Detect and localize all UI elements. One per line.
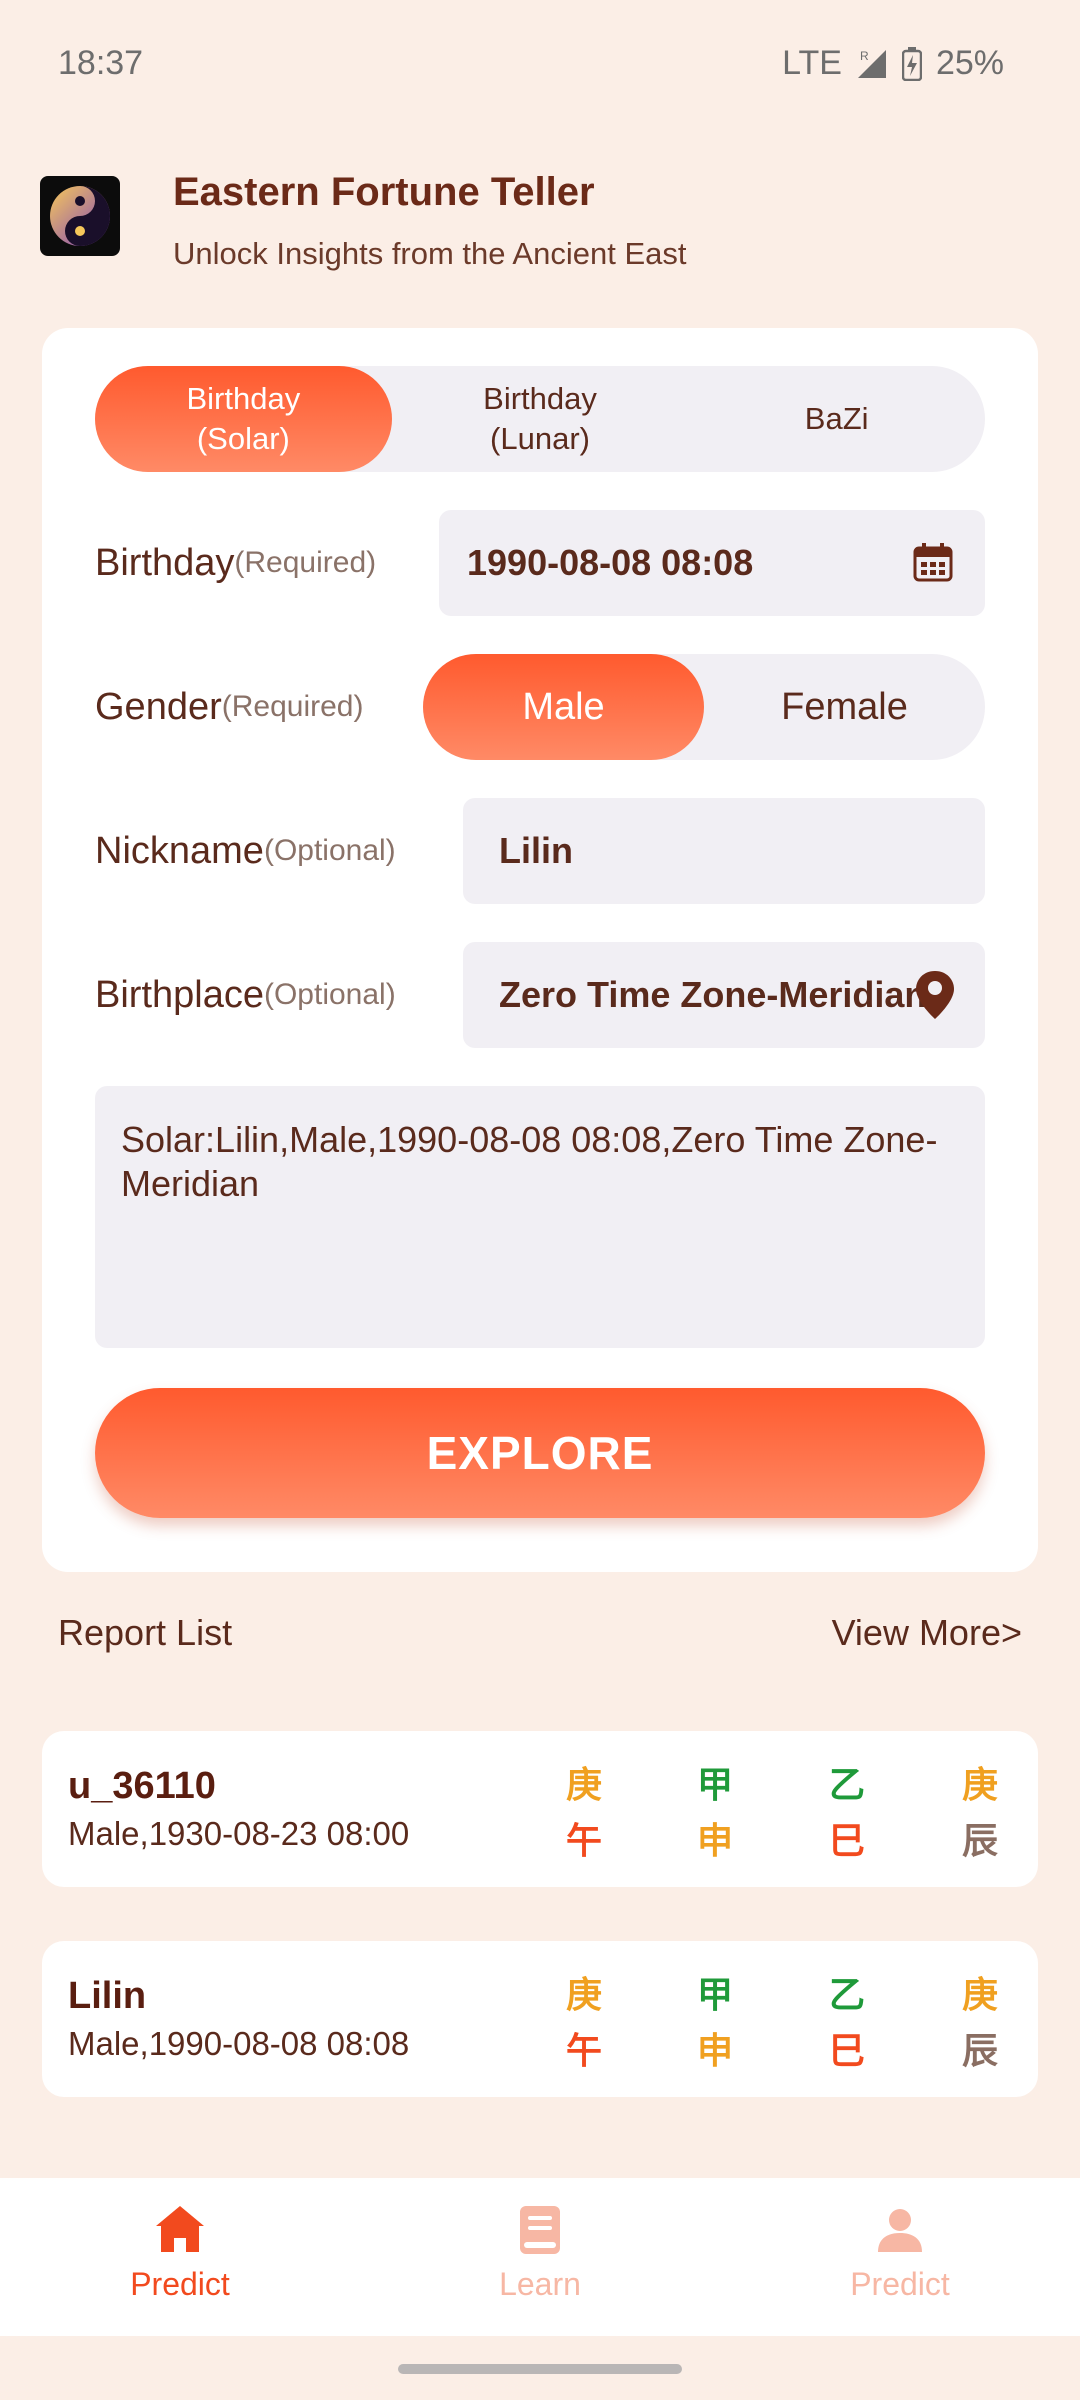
bazi-pillars: 庚 午 甲 申 乙 巳 庚 辰 xyxy=(554,1757,1024,1867)
report-card[interactable]: u_36110 Male,1930-08-23 08:00 庚 午 甲 申 乙 … xyxy=(42,1731,1038,1887)
nav-learn[interactable]: Learn xyxy=(360,2178,720,2336)
report-info: Male,1930-08-23 08:00 xyxy=(68,1815,410,1852)
explore-button[interactable]: EXPLORE xyxy=(95,1388,985,1518)
nav-learn-label: Learn xyxy=(499,2266,581,2302)
yin-yang-icon xyxy=(50,186,110,246)
person-icon xyxy=(878,2209,922,2252)
nickname-label-text: Nickname xyxy=(95,829,264,872)
bazi-branch: 午 xyxy=(565,1820,602,1861)
report-info: Male,1990-08-08 08:08 xyxy=(68,2025,410,2062)
birthplace-optional-hint: (Optional) xyxy=(263,978,396,1011)
gender-toggle: Male Female xyxy=(423,654,985,760)
bazi-pillar-hour: 庚 辰 xyxy=(950,1757,1010,1869)
birthday-value: 1990-08-08 08:08 xyxy=(467,542,754,583)
input-mode-tabs: Birthday (Solar) Birthday (Lunar) BaZi xyxy=(95,366,985,472)
calendar-icon[interactable] xyxy=(911,540,955,584)
birthday-label: Birthday (Required) xyxy=(95,510,376,616)
location-pin-icon[interactable] xyxy=(913,968,957,1022)
app-title: Eastern Fortune Teller xyxy=(173,170,595,214)
bazi-pillar-month: 甲 申 xyxy=(685,1967,745,2079)
nickname-value: Lilin xyxy=(499,830,573,871)
report-name: u_36110 xyxy=(68,1765,216,1807)
signal-icon: R xyxy=(857,49,886,78)
book-icon xyxy=(520,2206,560,2254)
birthplace-label-text: Birthplace xyxy=(95,973,264,1016)
birthplace-row: Birthplace (Optional) Zero Time Zone-Meri… xyxy=(95,942,985,1048)
gender-male-option[interactable]: Male xyxy=(423,654,704,760)
birthday-input[interactable]: 1990-08-08 08:08 xyxy=(439,510,985,616)
gender-row: Gender (Required) Male Female xyxy=(95,654,985,760)
nickname-optional-hint: (Optional) xyxy=(263,834,396,867)
bazi-pillar-day: 乙 巳 xyxy=(817,1757,877,1869)
report-list-header: Report List View More> xyxy=(58,1612,1022,1668)
bazi-stem: 庚 xyxy=(565,1974,602,2015)
bazi-stem: 乙 xyxy=(828,1974,865,2015)
bazi-pillar-month: 甲 申 xyxy=(685,1757,745,1869)
birthday-label-text: Birthday xyxy=(95,541,235,584)
bottom-navigation: Predict Learn Predict xyxy=(0,2178,1080,2336)
battery-icon xyxy=(901,46,922,81)
bazi-stem: 乙 xyxy=(828,1764,865,1805)
birthplace-value: Zero Time Zone-Meridian xyxy=(499,974,927,1015)
bazi-branch: 巳 xyxy=(828,2030,865,2071)
bazi-pillar-year: 庚 午 xyxy=(554,1967,614,2079)
tab-bazi[interactable]: BaZi xyxy=(688,366,985,472)
nav-predict[interactable]: Predict xyxy=(0,2178,360,2336)
birthday-required-hint: (Required) xyxy=(234,546,377,579)
birthplace-input[interactable]: Zero Time Zone-Meridian xyxy=(463,942,985,1048)
bazi-stem: 庚 xyxy=(961,1974,998,2015)
status-time: 18:37 xyxy=(58,44,144,82)
app-header: Eastern Fortune Teller Unlock Insights f… xyxy=(40,170,1040,290)
gender-required-hint: (Required) xyxy=(221,690,364,723)
status-bar: 18:37 LTE R 25% xyxy=(0,0,1080,130)
nav-profile[interactable]: Predict xyxy=(720,2178,1080,2336)
bazi-stem: 甲 xyxy=(696,1974,733,2015)
report-list-title: Report List xyxy=(58,1612,233,1653)
bazi-pillars: 庚 午 甲 申 乙 巳 庚 辰 xyxy=(554,1967,1024,2077)
gender-female-option[interactable]: Female xyxy=(704,654,985,760)
bazi-stem: 甲 xyxy=(696,1764,733,1805)
bazi-pillar-day: 乙 巳 xyxy=(817,1967,877,2079)
roaming-indicator: R xyxy=(860,49,869,63)
battery-percent: 25% xyxy=(935,44,1004,82)
bazi-branch: 辰 xyxy=(961,1820,998,1861)
input-form-card: Birthday (Solar) Birthday (Lunar) BaZi B… xyxy=(42,328,1038,1572)
bazi-branch: 巳 xyxy=(828,1820,865,1861)
bazi-branch: 申 xyxy=(696,1820,733,1861)
gender-label-text: Gender xyxy=(95,685,222,728)
home-icon xyxy=(156,2206,204,2252)
tab-birthday-lunar[interactable]: Birthday (Lunar) xyxy=(392,366,689,472)
nickname-row: Nickname (Optional) Lilin xyxy=(95,798,985,904)
birthplace-label: Birthplace (Optional) xyxy=(95,942,396,1048)
bazi-pillar-hour: 庚 辰 xyxy=(950,1967,1010,2079)
bazi-branch: 申 xyxy=(696,2030,733,2071)
app-subtitle: Unlock Insights from the Ancient East xyxy=(173,236,687,271)
network-label: LTE xyxy=(782,44,842,82)
report-card[interactable]: Lilin Male,1990-08-08 08:08 庚 午 甲 申 乙 巳 … xyxy=(42,1941,1038,2097)
birthday-row: Birthday (Required) 1990-08-08 08:08 xyxy=(95,510,985,616)
tab-birthday-solar[interactable]: Birthday (Solar) xyxy=(95,366,392,472)
summary-textarea[interactable]: Solar:Lilin,Male,1990-08-08 08:08,Zero T… xyxy=(95,1086,985,1348)
bazi-pillar-year: 庚 午 xyxy=(554,1757,614,1869)
bazi-branch: 午 xyxy=(565,2030,602,2071)
gender-label: Gender (Required) xyxy=(95,654,363,760)
status-indicators: LTE R 25% xyxy=(782,44,1004,83)
gesture-navigation-bar[interactable] xyxy=(398,2364,682,2374)
nav-profile-label: Predict xyxy=(850,2266,950,2302)
view-more-link[interactable]: View More> xyxy=(832,1612,1022,1654)
nickname-input[interactable]: Lilin xyxy=(463,798,985,904)
yin-yang-logo xyxy=(40,176,120,256)
report-name: Lilin xyxy=(68,1975,147,2017)
bazi-branch: 辰 xyxy=(961,2030,998,2071)
bazi-stem: 庚 xyxy=(565,1764,602,1805)
bazi-stem: 庚 xyxy=(961,1764,998,1805)
nickname-label: Nickname (Optional) xyxy=(95,798,396,904)
nav-predict-label: Predict xyxy=(130,2266,230,2302)
